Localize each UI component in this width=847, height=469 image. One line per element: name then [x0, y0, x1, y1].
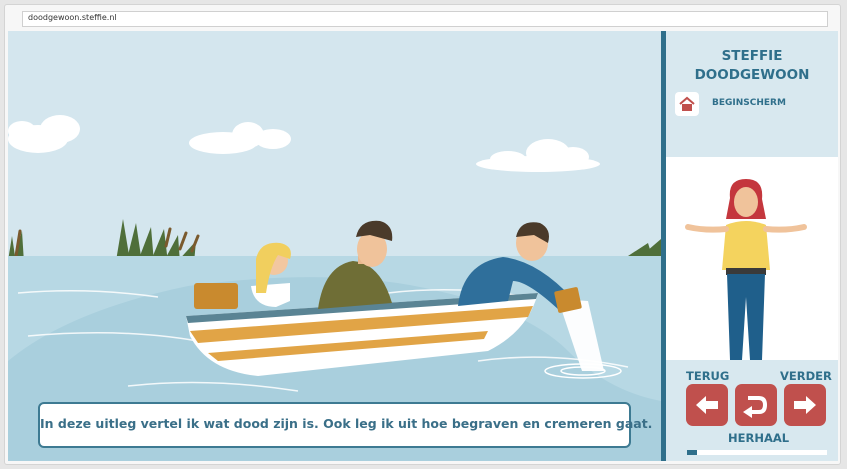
- back-button[interactable]: [686, 384, 728, 426]
- home-button[interactable]: [675, 92, 699, 116]
- next-button[interactable]: [784, 384, 826, 426]
- story-scene: [8, 31, 661, 461]
- arrow-right-icon: [794, 396, 816, 414]
- replay-icon: [743, 396, 768, 418]
- app-title-line1: STEFFIE: [721, 48, 783, 64]
- repeat-button[interactable]: [735, 384, 777, 426]
- url-text: doodgewoon.steffie.nl: [28, 13, 117, 22]
- progress-bar: [687, 450, 827, 455]
- caption-box: In deze uitleg vertel ik wat dood zijn i…: [38, 402, 653, 448]
- repeat-label: HERHAAL: [728, 431, 790, 445]
- presenter-steffie: [685, 179, 807, 360]
- caption-text: In deze uitleg vertel ik wat dood zijn i…: [40, 416, 653, 431]
- house-icon: [679, 96, 695, 111]
- next-label: VERDER: [780, 369, 832, 383]
- back-label: TERUG: [686, 369, 730, 383]
- home-label[interactable]: BEGINSCHERM: [712, 98, 786, 108]
- app-title-line2: DOODGEWOON: [694, 67, 810, 83]
- progress-fill: [687, 450, 697, 455]
- arrow-left-icon: [696, 396, 718, 414]
- address-bar[interactable]: doodgewoon.steffie.nl: [22, 11, 828, 27]
- presenter-panel: [666, 157, 838, 360]
- scene-illustration: [8, 31, 661, 461]
